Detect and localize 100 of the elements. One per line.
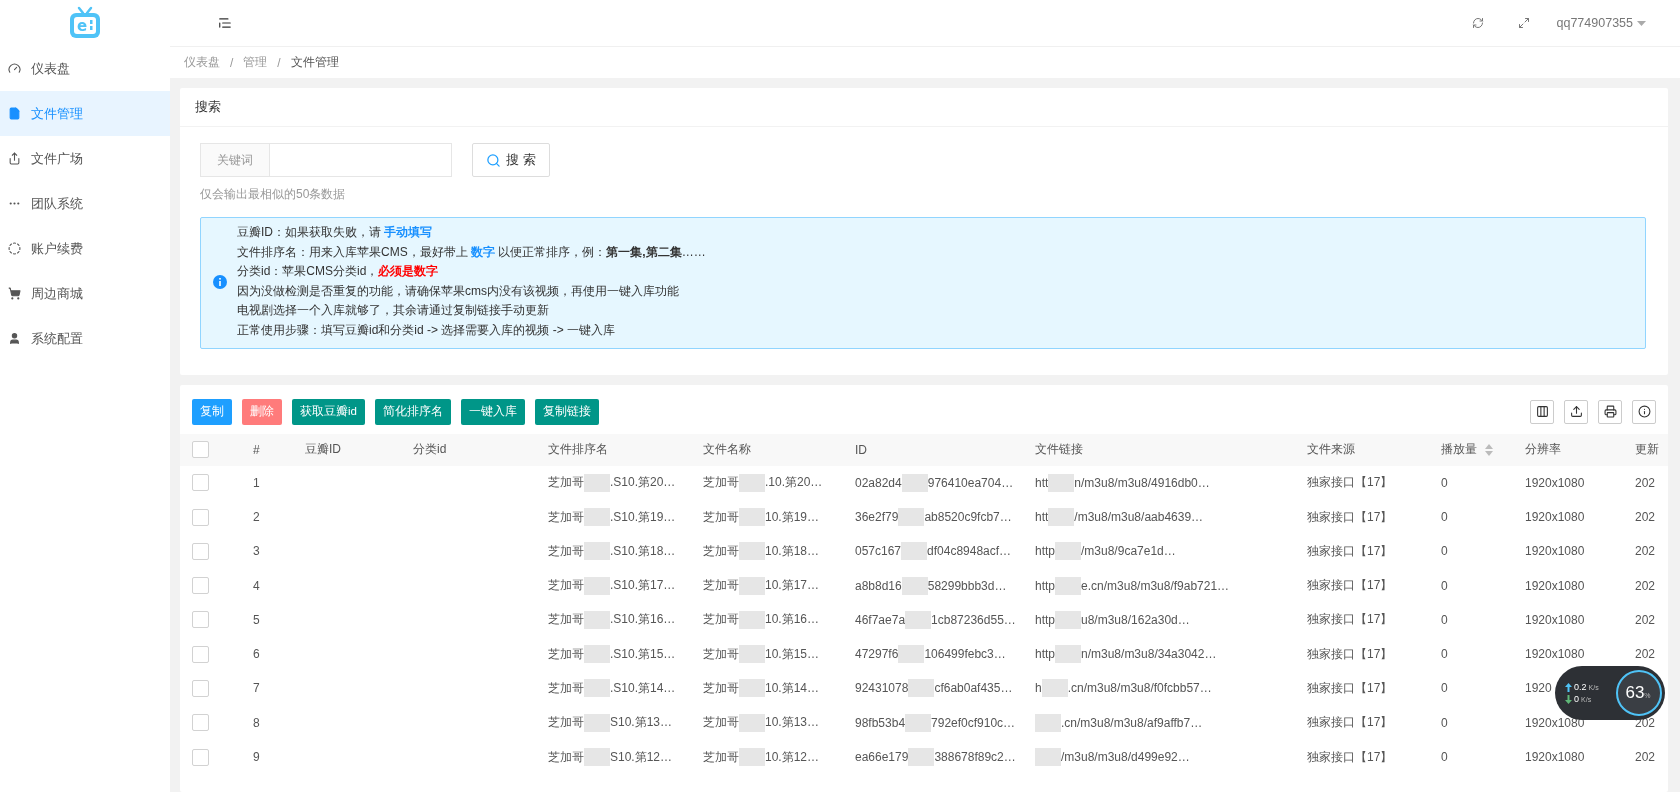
column-header: 分类id: [413, 441, 447, 459]
tool-button[interactable]: [1564, 399, 1588, 424]
table-cell: htt n/m3u8/m3u8/4916db0…: [1035, 473, 1210, 492]
share-arrow-icon: [8, 152, 21, 165]
circle-icon: [8, 242, 21, 255]
table-cell: 独家接口【17】: [1307, 645, 1393, 663]
toolbar-button[interactable]: 一键入库: [460, 398, 525, 425]
sidebar-item[interactable]: 系统配置: [0, 316, 170, 361]
table-cell: 92431078 cf6ab0af435…: [855, 679, 1013, 698]
redaction-block: [584, 713, 610, 732]
dashboard-icon: [8, 62, 21, 75]
table-cell: http n/m3u8/m3u8/34a3042…: [1035, 645, 1217, 664]
checkbox[interactable]: [192, 577, 209, 595]
checkbox[interactable]: [192, 748, 209, 766]
tv-logo: e: [67, 5, 103, 41]
toolbar-button[interactable]: 简化排序名: [374, 398, 451, 425]
keyword-field[interactable]: 关键词: [200, 143, 452, 177]
toolbar-button[interactable]: 获取豆瓣id: [292, 398, 365, 425]
link[interactable]: 手动填写: [384, 225, 433, 239]
redaction-block: [1041, 679, 1068, 698]
user-icon: [8, 332, 21, 345]
sidebar-item[interactable]: 文件广场: [0, 136, 170, 181]
table-cell: 1920x1080: [1525, 510, 1585, 524]
tool-button[interactable]: [1632, 399, 1656, 424]
breadcrumb-link[interactable]: 文件管理: [290, 54, 339, 71]
table-cell: h .cn/m3u8/m3u8/f0fcbb57…: [1035, 679, 1212, 698]
table-cell: 1920x1080: [1525, 544, 1585, 559]
caret-icon: [1637, 20, 1646, 26]
table-cell: http e.cn/m3u8/m3u8/f9ab721…: [1035, 576, 1230, 595]
table-cell: 芝加哥 10.第13…: [703, 713, 820, 732]
toolbar-button[interactable]: 删除: [242, 398, 282, 425]
table-cell: 芝加哥 .S10.第15…: [548, 645, 676, 664]
redaction-block: [905, 610, 932, 629]
notice-line: 因为没做检测是否重复的功能，请确保苹果cms内没有该视频，再使用一键入库功能: [237, 282, 680, 300]
card-title: 搜索: [180, 88, 1668, 127]
table-cell: 0: [1441, 475, 1448, 490]
redaction-block: [584, 645, 610, 664]
menu-icon[interactable]: [218, 16, 232, 30]
sort-icon[interactable]: [1485, 443, 1493, 456]
checkbox[interactable]: [192, 645, 209, 663]
breadcrumb-link[interactable]: 仪表盘: [184, 54, 220, 71]
redaction-block: [739, 610, 765, 629]
column-header: #: [253, 442, 260, 457]
checkbox[interactable]: [192, 714, 209, 732]
table-cell: 2: [253, 510, 260, 524]
redaction-block: [739, 508, 765, 526]
redaction-block: [584, 679, 610, 698]
checkbox[interactable]: [192, 441, 209, 459]
table-cell: /m3u8/m3u8/d499e92…: [1035, 748, 1190, 767]
column-header: 更新: [1635, 441, 1659, 459]
table-cell: 芝加哥 .S10.第17…: [548, 576, 676, 595]
up-arrow-icon: [1565, 682, 1572, 692]
toolbar-button[interactable]: 复制链接: [534, 398, 599, 425]
redaction-block: [584, 542, 610, 561]
notice-line: 电视剧选择一个入库就够了，其余请通过复制链接手动更新: [237, 302, 550, 320]
sidebar-item[interactable]: 团队系统: [0, 181, 170, 226]
sidebar-item[interactable]: 账户续费: [0, 226, 170, 271]
table-cell: 202: [1635, 578, 1656, 593]
redaction-block: [739, 576, 765, 595]
search-button[interactable]: 搜 索: [472, 143, 550, 177]
table-cell: htt /m3u8/m3u8/aab4639…: [1035, 508, 1204, 526]
notice-line: 文件排序名：用来入库苹果CMS，最好带上 数字 以便正常排序，例：第一集,第二集……: [237, 243, 706, 261]
redaction-block: [739, 679, 765, 698]
print-icon: [1603, 405, 1617, 419]
down-arrow-icon: [1565, 694, 1572, 704]
redaction-block: [584, 610, 610, 629]
table-cell: http /m3u8/9ca7e1d…: [1035, 542, 1176, 561]
checkbox[interactable]: [192, 680, 209, 697]
column-header: 豆瓣ID: [305, 441, 341, 459]
checkbox[interactable]: [192, 474, 209, 492]
checkbox[interactable]: [192, 542, 209, 560]
table-cell: 1920: [1525, 681, 1552, 696]
redaction-block: [1055, 542, 1081, 561]
sidebar-item[interactable]: 文件管理: [0, 91, 170, 136]
toolbar-button[interactable]: 复制: [192, 398, 232, 425]
table-cell: 4: [253, 578, 260, 593]
checkbox[interactable]: [192, 508, 209, 526]
document-icon: [8, 107, 21, 120]
sidebar-item[interactable]: 周边商城: [0, 271, 170, 316]
notice-line: 豆瓣ID：如果获取失败，请 手动填写: [237, 224, 434, 241]
checkbox[interactable]: [192, 611, 209, 629]
table-cell: 0: [1441, 647, 1448, 662]
table-cell: 46f7ae7a 1cb87236d55…: [855, 610, 1016, 629]
table-cell: 7: [253, 681, 260, 696]
link[interactable]: 数字: [471, 244, 495, 259]
table-cell: 1920x1080: [1525, 715, 1585, 730]
column-header: 文件排序名: [548, 441, 608, 459]
redaction-block: [901, 576, 928, 595]
tool-button[interactable]: [1598, 399, 1622, 424]
info-icon: [1637, 405, 1651, 419]
breadcrumb-link[interactable]: 管理: [243, 54, 268, 71]
redaction-block: [1048, 473, 1075, 492]
table-cell: 0: [1441, 715, 1448, 730]
table-cell: 3: [253, 544, 260, 559]
table-cell: 芝加哥 10.第18…: [703, 542, 820, 561]
sidebar-item[interactable]: 仪表盘: [0, 46, 170, 91]
tool-button[interactable]: [1530, 399, 1554, 424]
table-cell: 202: [1635, 750, 1656, 765]
user-menu[interactable]: qq774907355: [1546, 16, 1680, 30]
redaction-block: [898, 508, 925, 526]
